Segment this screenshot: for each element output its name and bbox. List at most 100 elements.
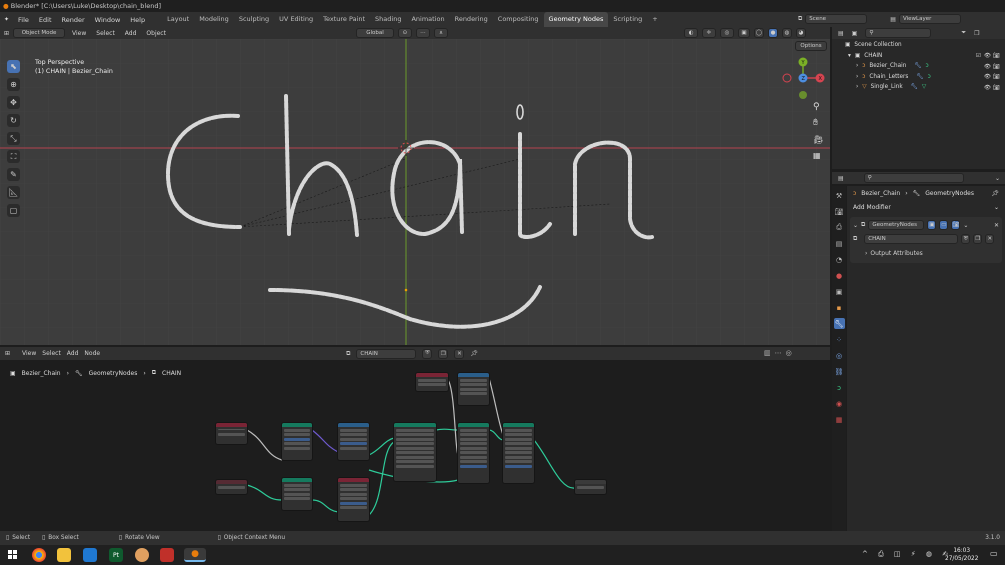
unlink-icon[interactable]: ✕: [985, 234, 995, 244]
node-curve-to-points[interactable]: [282, 478, 312, 510]
outliner-scene-collection[interactable]: ▣ Scene Collection: [832, 40, 1005, 51]
tab-modeling[interactable]: Modeling: [194, 12, 234, 27]
viewport-3d[interactable]: ⬉ ⊕ ✥ ↻ ⤡ ⛶ ✎ 📐︎ ▢ Top Perspective (1) C…: [0, 39, 830, 345]
zoom-icon[interactable]: ⚲: [813, 102, 820, 112]
gizmo-toggle-icon[interactable]: ✛: [701, 28, 716, 38]
clock[interactable]: 16:03 27/05/2022: [945, 547, 978, 563]
node-editor-type-icon[interactable]: ⊞: [5, 350, 10, 357]
file-explorer-icon[interactable]: [57, 548, 71, 562]
edit-mode-toggle-icon[interactable]: ▣: [927, 220, 937, 230]
world-tab-icon[interactable]: ●: [834, 270, 845, 281]
node-menu-add[interactable]: Add: [67, 350, 79, 357]
modifier-tab-icon[interactable]: 🔧︎: [833, 318, 845, 329]
filter-icon[interactable]: ⏷: [961, 29, 966, 37]
cursor-tool-icon[interactable]: ⊕: [7, 78, 20, 91]
physics-tab-icon[interactable]: ◎: [834, 350, 845, 361]
ortho-grid-icon[interactable]: ▦: [813, 151, 821, 160]
checkbox-icon[interactable]: ☑: [976, 53, 981, 59]
navigation-gizmo[interactable]: X Y Z: [781, 54, 830, 104]
node-group-input[interactable]: [216, 423, 247, 444]
constraints-tab-icon[interactable]: ⛓: [834, 366, 845, 377]
chevron-down-icon[interactable]: ⌄: [853, 222, 858, 229]
measure-tool-icon[interactable]: 📐︎: [7, 186, 20, 199]
menu-render[interactable]: Render: [57, 16, 90, 24]
eye-icon[interactable]: 👁︎ 📷︎: [984, 51, 1000, 62]
particles-tab-icon[interactable]: ⁘: [834, 334, 845, 345]
properties-search-input[interactable]: ⚲: [863, 173, 964, 183]
node-menu-node[interactable]: Node: [84, 350, 100, 357]
menu-window[interactable]: Window: [90, 16, 126, 24]
node-curve-resample[interactable]: [282, 423, 312, 460]
viewport-menu-add[interactable]: Add: [122, 30, 140, 37]
outliner-item-chain-letters[interactable]: › ɔ Chain_Letters 🔧︎ ɔ: [832, 72, 1005, 83]
node-group-selector[interactable]: CHAIN: [356, 348, 417, 359]
rendered-shading-icon[interactable]: ◕: [795, 28, 806, 38]
modifier-node-group-field[interactable]: CHAIN: [864, 234, 959, 244]
duplicate-icon[interactable]: ❐: [438, 348, 449, 359]
chevron-down-icon[interactable]: ▾: [848, 53, 851, 59]
menu-file[interactable]: File: [13, 16, 34, 24]
object-mode-dropdown[interactable]: Object Mode: [13, 28, 66, 38]
editor-type-icon[interactable]: ⊞: [4, 30, 9, 37]
pin-icon[interactable]: 📌︎: [991, 190, 999, 197]
add-modifier-button[interactable]: Add Modifier ⌄: [847, 201, 1005, 214]
add-workspace-icon[interactable]: +: [647, 12, 662, 27]
menu-help[interactable]: Help: [125, 16, 150, 24]
node-index[interactable]: [458, 373, 489, 405]
chevron-right-icon[interactable]: ›: [856, 63, 858, 69]
wireframe-shading-icon[interactable]: ◯: [753, 28, 764, 38]
modifier-menu-icon[interactable]: ⌄: [963, 222, 968, 229]
scale-tool-icon[interactable]: ⤡: [7, 132, 20, 145]
overlay-node-icon[interactable]: ◎: [786, 349, 792, 357]
material-tab-icon[interactable]: ◉: [834, 398, 845, 409]
mail-icon[interactable]: [83, 548, 97, 562]
properties-editor-icon[interactable]: ▤: [838, 175, 844, 182]
viewport-menu-object[interactable]: Object: [143, 30, 169, 37]
view-layer-tab-icon[interactable]: ▤: [834, 238, 845, 249]
chevron-right-icon[interactable]: ›: [856, 84, 858, 90]
scene-tab-icon[interactable]: ◔: [834, 254, 845, 265]
duplicate-icon[interactable]: ❐: [973, 234, 983, 244]
viewport-menu-select[interactable]: Select: [93, 30, 118, 37]
node-menu-view[interactable]: View: [22, 350, 36, 357]
tab-texture-paint[interactable]: Texture Paint: [318, 12, 370, 27]
render-tab-icon[interactable]: 📷︎: [834, 206, 845, 217]
data-tab-icon[interactable]: ɔ: [834, 382, 845, 393]
outliner-collection-chain[interactable]: ▾ ▣ CHAIN ☑: [832, 51, 1005, 62]
eye-icon[interactable]: 👁︎ 📷︎: [984, 72, 1000, 83]
modifier-name-field[interactable]: GeometryNodes: [868, 220, 925, 230]
node-vector-math[interactable]: [338, 423, 369, 460]
move-tool-icon[interactable]: ✥: [7, 96, 20, 109]
app-red-icon[interactable]: [160, 548, 174, 562]
overlay-toggle-icon[interactable]: ◎: [719, 28, 734, 38]
snap-icon[interactable]: ⋯: [415, 28, 430, 38]
pin-icon[interactable]: 📌︎: [470, 350, 478, 357]
close-icon[interactable]: ✕: [994, 222, 999, 229]
scene-selector[interactable]: Scene: [805, 14, 868, 24]
node-object-info[interactable]: [416, 373, 448, 391]
tab-geometry-nodes[interactable]: Geometry Nodes: [543, 12, 609, 27]
node-instance-on-points[interactable]: [394, 423, 436, 481]
object-tab-icon[interactable]: ▪: [834, 302, 845, 313]
app-icon[interactable]: [135, 548, 149, 562]
solid-shading-icon[interactable]: ●: [767, 28, 778, 38]
tool-tab-icon[interactable]: ⚒: [834, 190, 845, 201]
windows-start-icon[interactable]: [8, 550, 17, 559]
annotate-tool-icon[interactable]: ✎: [7, 168, 20, 181]
proportional-edit-icon[interactable]: ∧: [433, 28, 448, 38]
render-toggle-icon[interactable]: 📷︎: [951, 220, 961, 230]
options-dropdown[interactable]: Options: [795, 41, 827, 51]
eye-icon[interactable]: 👁︎ 📷︎: [984, 83, 1000, 94]
node-realize-instances[interactable]: [503, 423, 534, 483]
display-mode-icon[interactable]: ▣: [852, 30, 858, 37]
tab-animation[interactable]: Animation: [406, 12, 449, 27]
outliner-editor-icon[interactable]: ▤: [838, 30, 844, 37]
fake-user-icon[interactable]: ⛨: [422, 348, 433, 359]
outliner-item-bezier-chain[interactable]: › ɔ Bezier_Chain 🔧︎ ɔ: [832, 61, 1005, 72]
node-menu-select[interactable]: Select: [42, 350, 61, 357]
blender-taskbar-icon[interactable]: ●: [184, 548, 206, 562]
pivot-icon[interactable]: ⊙: [397, 28, 412, 38]
texture-tab-icon[interactable]: ▦: [834, 414, 845, 425]
chevron-right-icon[interactable]: ›: [856, 74, 858, 80]
collection-tab-icon[interactable]: ▣: [834, 286, 845, 297]
